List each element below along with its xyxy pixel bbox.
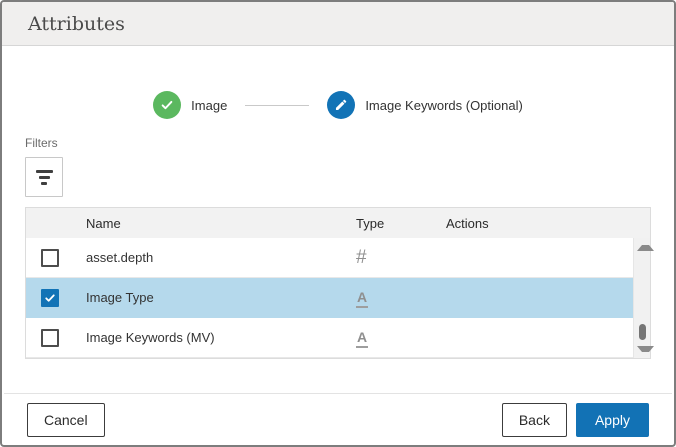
step-current-pencil-icon <box>327 91 356 119</box>
table-row-image-type[interactable]: Image Type A <box>26 278 650 318</box>
scrollbar-down-icon[interactable] <box>637 346 654 352</box>
dialog-footer: Cancel Back Apply <box>4 393 672 445</box>
footer-right-buttons: Back Apply <box>501 402 649 437</box>
filter-button[interactable] <box>25 157 63 197</box>
table-row-asset-depth[interactable]: asset.depth # <box>26 238 650 278</box>
back-button[interactable]: Back <box>501 402 567 437</box>
step-image-keywords-label: Image Keywords (Optional) <box>365 97 523 113</box>
step-connector-line <box>245 104 310 106</box>
dialog-title: Attributes <box>28 12 125 35</box>
apply-button[interactable]: Apply <box>575 402 649 437</box>
dialog-titlebar: Attributes <box>2 2 674 46</box>
table-header-row: Name Type Actions <box>26 208 650 238</box>
scrollbar-thumb[interactable] <box>639 324 646 340</box>
cancel-button[interactable]: Cancel <box>27 402 105 437</box>
step-complete-check-icon <box>153 91 182 119</box>
attributes-dialog: Attributes Image Image Keywords (Optiona… <box>0 0 676 447</box>
text-type-icon: A <box>356 328 369 348</box>
row-checkbox[interactable] <box>41 328 59 347</box>
attributes-table: Name Type Actions asset.depth # Image Ty… <box>25 207 654 359</box>
table-body: asset.depth # Image Type A Image Keyword… <box>26 238 654 358</box>
column-header-actions: Actions <box>446 215 489 231</box>
column-header-type: Type <box>356 215 385 231</box>
step-image-label: Image <box>191 97 228 113</box>
row-name: Image Keywords (MV) <box>86 330 215 345</box>
text-type-icon: A <box>356 288 369 308</box>
step-image-keywords[interactable]: Image Keywords (Optional) <box>327 91 523 119</box>
row-name: Image Type <box>86 290 154 305</box>
row-name: asset.depth <box>86 250 154 265</box>
wizard-stepper: Image Image Keywords (Optional) <box>2 91 674 119</box>
row-checkbox[interactable] <box>41 248 59 267</box>
column-header-name: Name <box>86 215 121 231</box>
table-row-image-keywords-mv[interactable]: Image Keywords (MV) A <box>26 318 650 358</box>
number-type-icon: # <box>356 247 367 268</box>
filters-label: Filters <box>25 136 58 150</box>
filter-icon <box>35 169 53 185</box>
table-scrollbar[interactable] <box>633 238 654 358</box>
step-image[interactable]: Image <box>153 91 227 119</box>
scrollbar-up-icon[interactable] <box>637 245 654 251</box>
row-checkbox[interactable] <box>41 288 59 307</box>
